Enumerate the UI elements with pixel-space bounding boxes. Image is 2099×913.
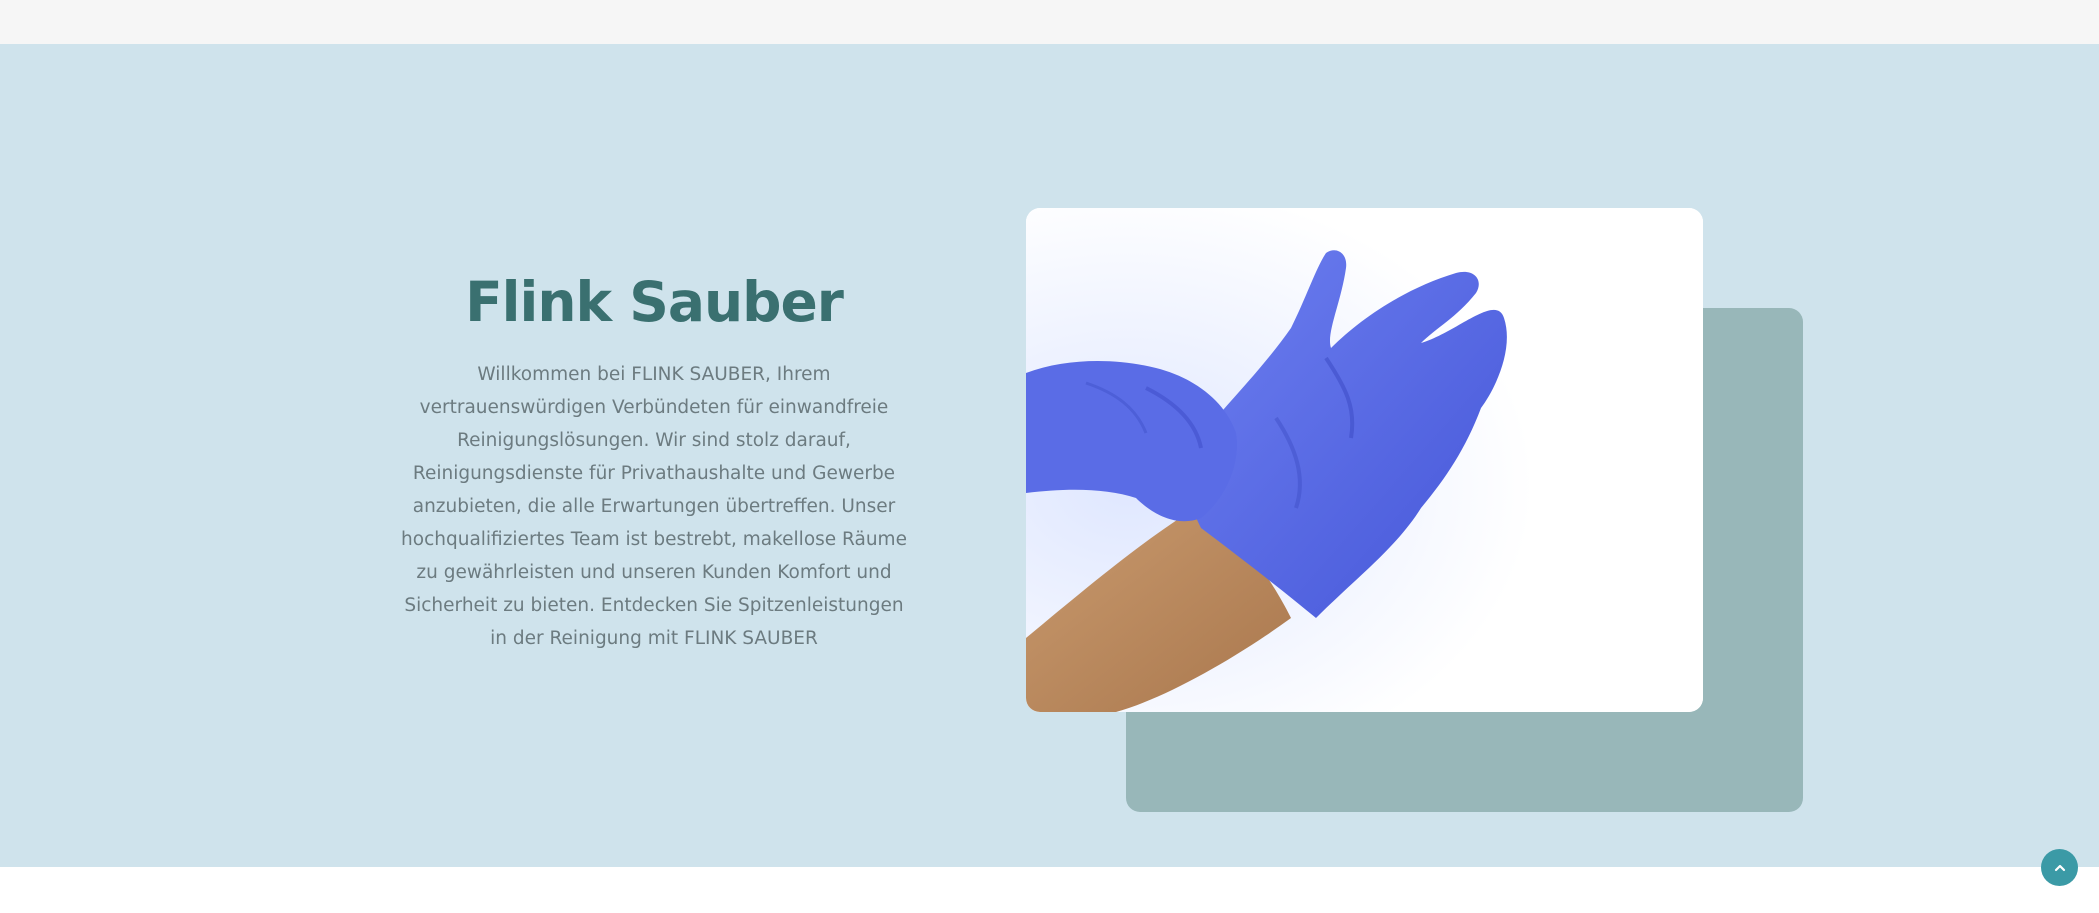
page-title: Flink Sauber	[465, 270, 844, 334]
hero-text-block: Flink Sauber Willkommen bei FLINK SAUBER…	[396, 262, 912, 655]
chevron-up-icon	[2054, 864, 2065, 871]
blue-gloves-photo	[1026, 208, 1703, 712]
scroll-to-top-button[interactable]	[2041, 849, 2078, 886]
hero-photo-card	[1026, 208, 1703, 712]
top-strip	[0, 0, 2099, 44]
hero-description: Willkommen bei FLINK SAUBER, Ihrem vertr…	[401, 364, 907, 649]
next-section-edge	[0, 867, 2099, 913]
